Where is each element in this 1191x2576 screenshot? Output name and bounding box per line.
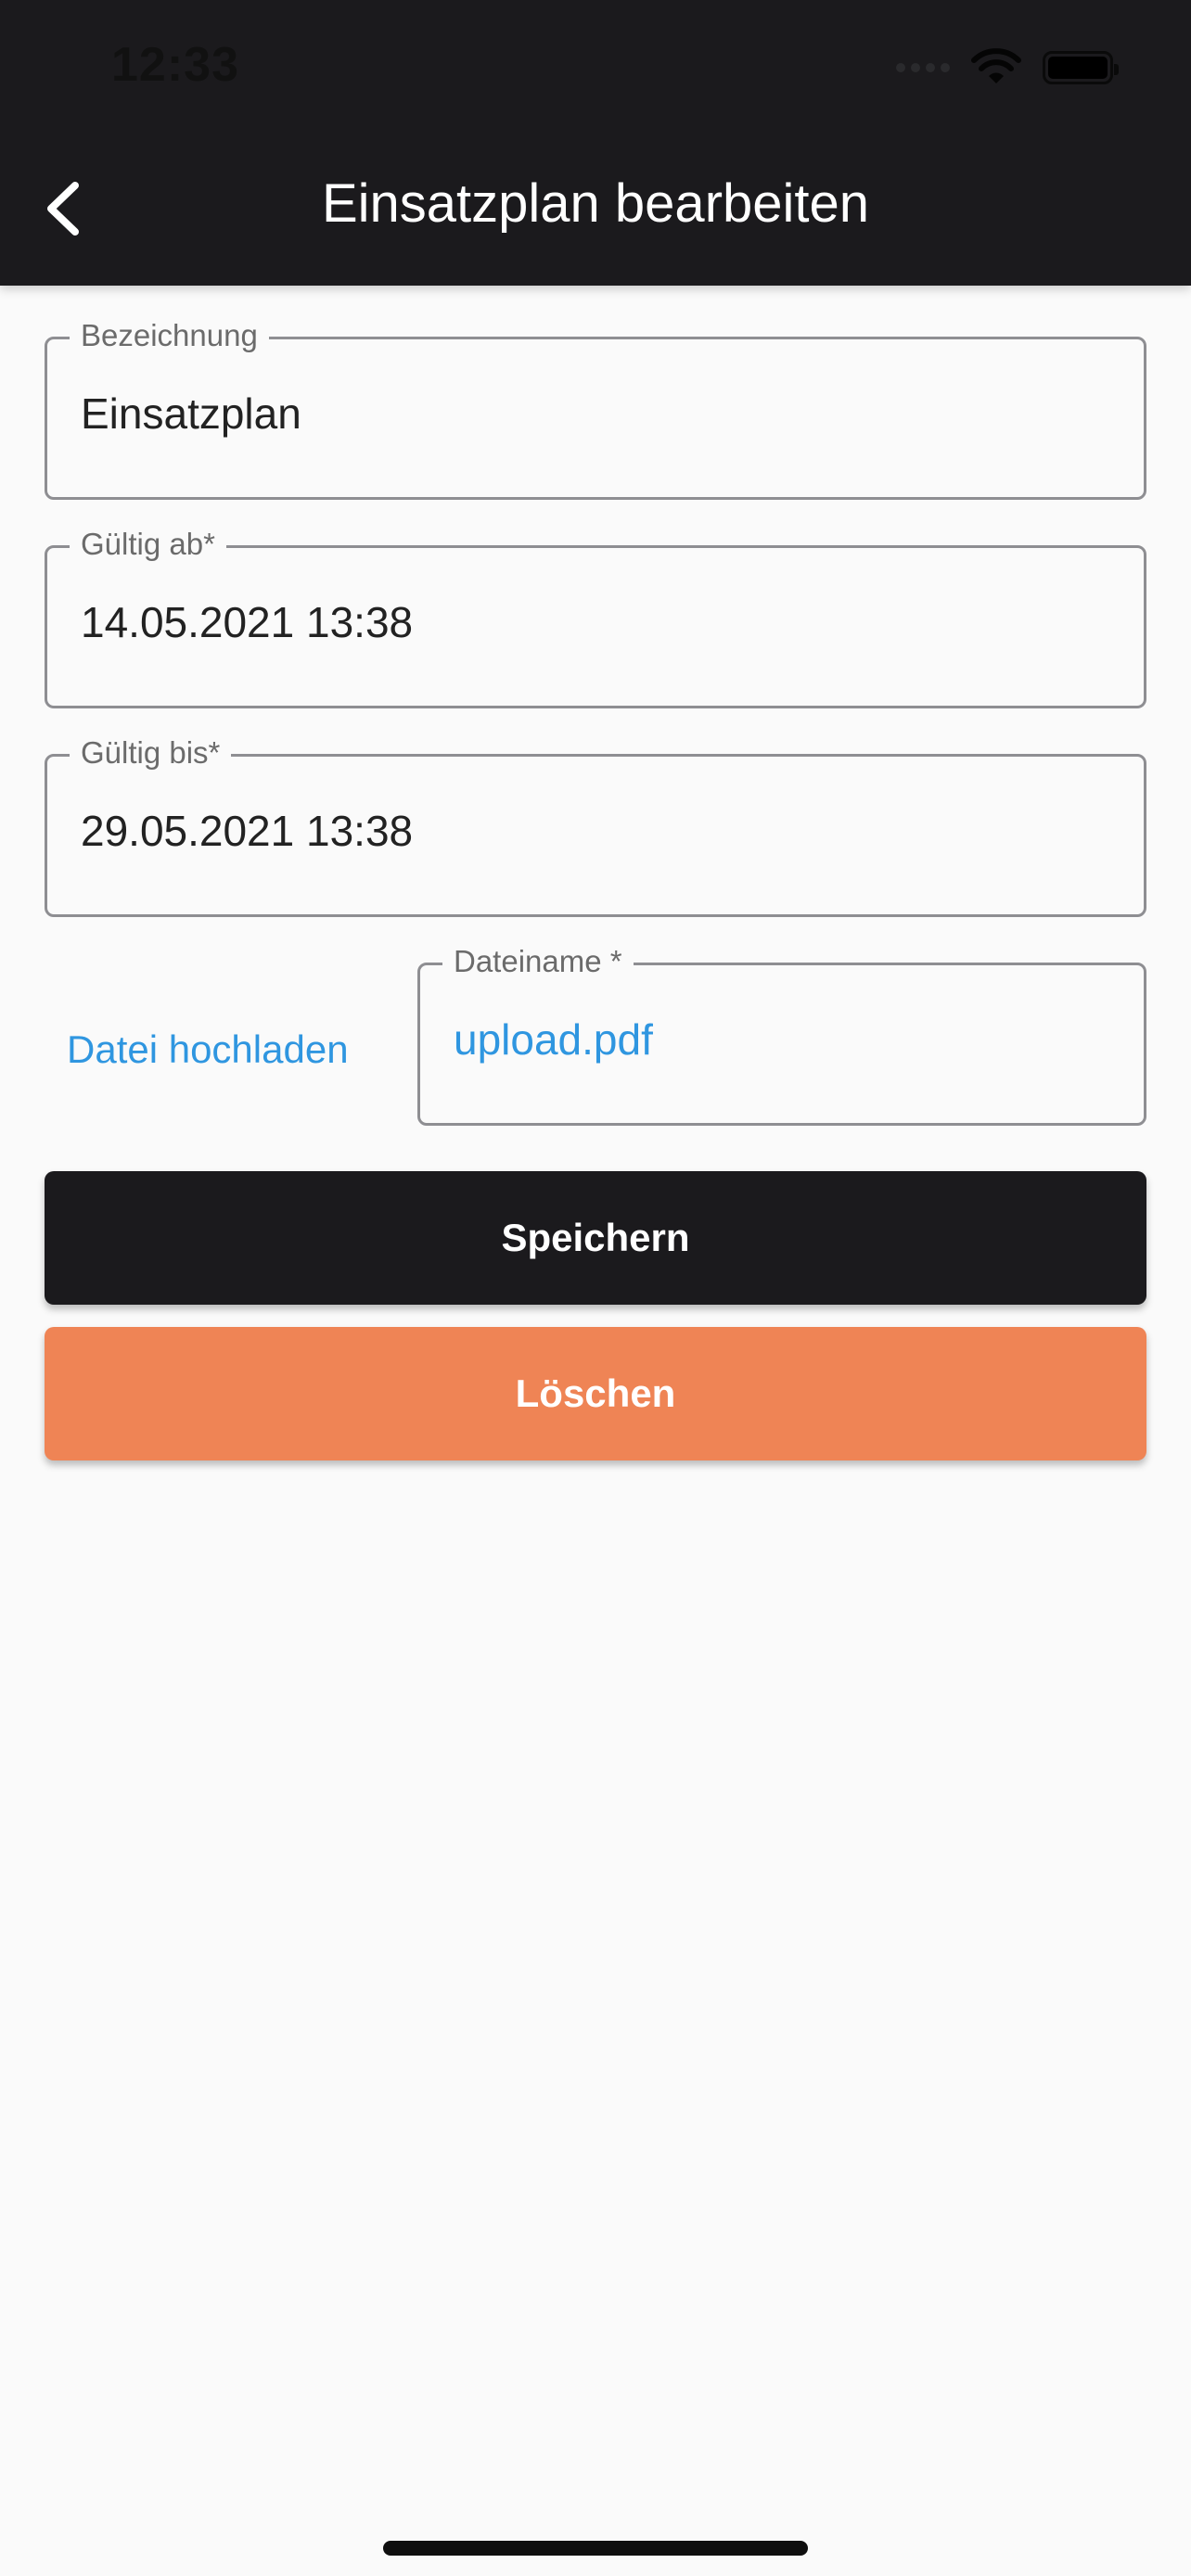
delete-button[interactable]: Löschen (45, 1327, 1146, 1460)
page-title: Einsatzplan bearbeiten (321, 173, 870, 234)
dateiname-field[interactable]: Dateiname * upload.pdf (417, 943, 1146, 1126)
gueltig-ab-field[interactable]: Gültig ab* 14.05.2021 13:38 (45, 526, 1146, 708)
signal-icon (896, 63, 950, 72)
bezeichnung-value: Einsatzplan (81, 389, 301, 438)
gueltig-bis-value: 29.05.2021 13:38 (81, 807, 414, 855)
screen: 12:33 Einsatzplan bearbeiten Bezeichnung (0, 0, 1191, 2576)
home-indicator[interactable] (383, 2541, 808, 2556)
status-time: 12:33 (111, 38, 239, 92)
gueltig-bis-field[interactable]: Gültig bis* 29.05.2021 13:38 (45, 734, 1146, 917)
bezeichnung-label: Bezeichnung (70, 317, 269, 354)
chevron-left-icon (47, 182, 79, 236)
status-icons (896, 45, 1119, 91)
bezeichnung-field[interactable]: Bezeichnung Einsatzplan (45, 317, 1146, 500)
back-button[interactable] (33, 172, 89, 246)
gueltig-bis-label: Gültig bis* (70, 734, 232, 772)
gueltig-ab-label: Gültig ab* (70, 526, 226, 563)
upload-file-button[interactable]: Datei hochladen (67, 1027, 349, 1072)
dateiname-value[interactable]: upload.pdf (454, 1014, 653, 1065)
gueltig-ab-value: 14.05.2021 13:38 (81, 598, 414, 646)
wifi-icon (971, 48, 1021, 83)
dateiname-label: Dateiname * (442, 943, 634, 980)
save-button[interactable]: Speichern (45, 1171, 1146, 1305)
app-bar: 12:33 Einsatzplan bearbeiten (0, 0, 1191, 286)
battery-icon (1043, 51, 1119, 84)
